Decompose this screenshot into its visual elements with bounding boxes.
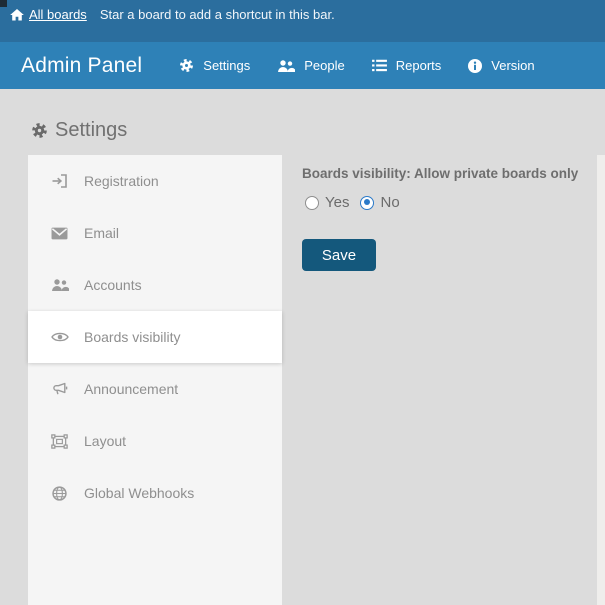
users-icon — [50, 278, 69, 292]
sidebar-item-label: Registration — [84, 173, 159, 189]
nav-people[interactable]: People — [277, 58, 344, 73]
shortcut-bar: All boards Star a board to add a shortcu… — [0, 0, 605, 42]
all-boards-label: All boards — [29, 7, 87, 22]
nav-settings-label: Settings — [203, 58, 250, 73]
nav-settings[interactable]: Settings — [179, 58, 250, 73]
nav-version[interactable]: Version — [468, 58, 534, 73]
sidebar-item-global-webhooks[interactable]: Global Webhooks — [28, 467, 282, 519]
sidebar-item-label: Layout — [84, 433, 126, 449]
layout-icon — [50, 434, 69, 449]
sidebar-item-email[interactable]: Email — [28, 207, 282, 259]
radio-option-no[interactable]: No — [360, 194, 399, 211]
info-icon — [468, 59, 482, 73]
nav-reports[interactable]: Reports — [372, 58, 442, 73]
radio-no-label: No — [380, 194, 399, 211]
shortcut-hint: Star a board to add a shortcut in this b… — [100, 7, 335, 22]
page-title: Settings — [31, 119, 127, 142]
all-boards-link[interactable]: All boards — [10, 7, 87, 22]
list-icon — [372, 59, 387, 72]
sidebar-item-label: Announcement — [84, 381, 178, 397]
sidebar-item-announcement[interactable]: Announcement — [28, 363, 282, 415]
gear-icon — [31, 122, 48, 139]
sign-in-icon — [50, 174, 69, 188]
radio-yes-circle[interactable] — [305, 196, 319, 210]
corner-square — [0, 0, 7, 7]
sidebar-item-label: Email — [84, 225, 119, 241]
sidebar-item-label: Accounts — [84, 277, 142, 293]
save-button[interactable]: Save — [302, 239, 376, 271]
sidebar-item-layout[interactable]: Layout — [28, 415, 282, 467]
radio-yes-label: Yes — [325, 194, 349, 211]
sidebar-item-label: Boards visibility — [84, 329, 180, 345]
radio-option-yes[interactable]: Yes — [305, 194, 349, 211]
settings-sidebar: Registration Email Accounts — [28, 155, 282, 605]
people-icon — [277, 59, 295, 73]
gear-icon — [179, 58, 194, 73]
sidebar-item-label: Global Webhooks — [84, 485, 194, 501]
nav-reports-label: Reports — [396, 58, 442, 73]
section-heading: Boards visibility: Allow private boards … — [302, 166, 584, 181]
radio-no-circle[interactable] — [360, 196, 374, 210]
sidebar-item-accounts[interactable]: Accounts — [28, 259, 282, 311]
app-title: Admin Panel — [21, 54, 142, 78]
nav-people-label: People — [304, 58, 344, 73]
bullhorn-icon — [50, 382, 69, 396]
page-title-label: Settings — [55, 119, 127, 142]
nav-version-label: Version — [491, 58, 534, 73]
next-panel-edge — [597, 155, 605, 605]
sidebar-item-boards-visibility[interactable]: Boards visibility — [28, 311, 282, 363]
visibility-radio-group: Yes No — [302, 194, 584, 211]
home-icon — [10, 9, 24, 21]
envelope-icon — [50, 227, 69, 240]
globe-icon — [50, 486, 69, 501]
sidebar-item-registration[interactable]: Registration — [28, 155, 282, 207]
boards-visibility-panel: Boards visibility: Allow private boards … — [302, 155, 584, 271]
eye-icon — [50, 331, 69, 343]
admin-navbar: Admin Panel Settings People — [0, 42, 605, 89]
